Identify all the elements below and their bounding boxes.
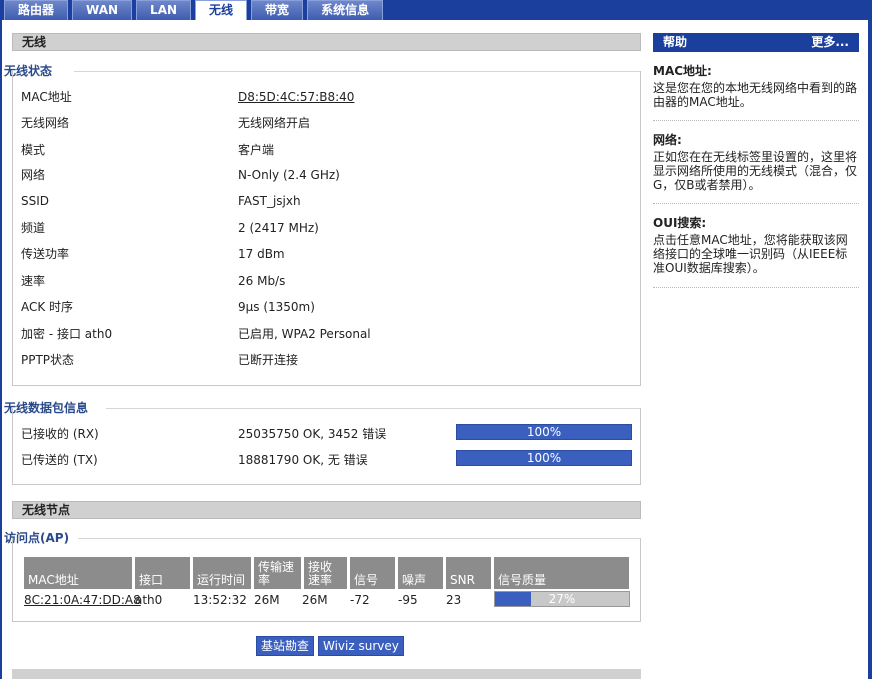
status-value: 26 Mb/s xyxy=(238,274,286,288)
help-item-title: 网络: xyxy=(653,133,682,147)
tab-router[interactable]: 路由器 xyxy=(4,0,69,20)
packet-label: 已接收的 (RX) xyxy=(21,427,99,441)
site-survey-button[interactable]: 基站勘查 xyxy=(256,636,315,656)
tab-wireless[interactable]: 无线 xyxy=(195,0,248,20)
status-row-rate: 速率 26 Mb/s xyxy=(21,272,631,290)
help-title: 帮助 xyxy=(663,35,688,49)
tab-bandwidth[interactable]: 带宽 xyxy=(251,0,304,20)
ap-snr: 23 xyxy=(446,593,462,607)
status-value: N-Only (2.4 GHz) xyxy=(238,168,340,182)
help-item-title: MAC地址: xyxy=(653,64,712,78)
help-more-link[interactable]: 更多... xyxy=(811,33,849,52)
status-label: 模式 xyxy=(21,143,46,157)
status-label: MAC地址 xyxy=(21,90,72,104)
help-item-text: 正如您在在无线标签里设置的，这里将显示网络所使用的无线模式（混合，仅G，仅B或者… xyxy=(653,150,858,192)
help-item-network: 网络: 正如您在在无线标签里设置的，这里将显示网络所使用的无线模式（混合，仅G，… xyxy=(653,133,859,204)
status-row-ack: ACK 时序 9µs (1350m) xyxy=(21,298,631,316)
packet-label: 已传送的 (TX) xyxy=(21,453,98,467)
status-row-pptp: PPTP状态 已断开连接 xyxy=(21,351,631,369)
ap-iface: ath0 xyxy=(135,593,163,607)
col-header-uptime[interactable]: 运行时间 xyxy=(193,557,251,589)
status-label: ACK 时序 xyxy=(21,300,74,314)
status-row-network: 网络 N-Only (2.4 GHz) xyxy=(21,166,631,184)
mac-address-link[interactable]: D8:5D:4C:57:B8:40 xyxy=(238,88,354,106)
help-header: 帮助 更多... xyxy=(653,33,859,52)
col-header-tx-rate[interactable]: 传输速率 xyxy=(254,557,301,589)
status-row-mode: 模式 客户端 xyxy=(21,141,631,159)
status-label: SSID xyxy=(21,194,50,208)
help-item-text: 点击任意MAC地址，您将能获取该网络接口的全球唯一识别码（从IEEE标准OUI数… xyxy=(653,233,848,275)
tab-lan[interactable]: LAN xyxy=(136,0,192,20)
frame-border-left xyxy=(0,20,2,679)
ap-rx-rate: 26M xyxy=(302,593,328,607)
status-value: 已断开连接 xyxy=(238,353,299,367)
status-value: 客户端 xyxy=(238,143,275,157)
status-row-ssid: SSID FAST_jsjxh xyxy=(21,192,631,210)
packet-value: 25035750 OK, 3452 错误 xyxy=(238,427,387,441)
status-row-radio: 无线网络 无线网络开启 xyxy=(21,114,631,132)
ap-signal: -72 xyxy=(350,593,370,607)
status-row-mac: MAC地址 D8:5D:4C:57:B8:40 xyxy=(21,88,631,106)
status-value: 2 (2417 MHz) xyxy=(238,221,319,235)
status-label: 无线网络 xyxy=(21,116,70,130)
signal-quality-bar: 27% xyxy=(494,591,630,607)
packet-value: 18881790 OK, 无 错误 xyxy=(238,453,368,467)
section-header-nodes: 无线节点 xyxy=(12,501,641,519)
ap-tx-rate: 26M xyxy=(254,593,280,607)
tab-wan[interactable]: WAN xyxy=(72,0,133,20)
status-value: 已启用, WPA2 Personal xyxy=(238,327,371,341)
ap-mac-link[interactable]: 8C:21:0A:47:DD:A8 xyxy=(24,592,141,608)
status-value: 无线网络开启 xyxy=(238,116,311,130)
status-label: 加密 - 接口 ath0 xyxy=(21,327,113,341)
help-item-mac: MAC地址: 这是您在您的本地无线网络中看到的路由器的MAC地址。 xyxy=(653,64,859,121)
ap-noise: -95 xyxy=(398,593,418,607)
col-header-rx-rate[interactable]: 接收速率 xyxy=(304,557,347,589)
help-item-title: OUI搜索: xyxy=(653,216,707,230)
status-value: FAST_jsjxh xyxy=(238,194,301,208)
status-label: 网络 xyxy=(21,168,46,182)
col-header-quality[interactable]: 信号质量 xyxy=(494,557,629,589)
col-header-snr[interactable]: SNR xyxy=(446,557,491,589)
status-row-channel: 频道 2 (2417 MHz) xyxy=(21,219,631,237)
col-header-noise[interactable]: 噪声 xyxy=(398,557,443,589)
status-label: 传送功率 xyxy=(21,247,70,261)
col-header-mac[interactable]: MAC地址 xyxy=(24,557,132,589)
status-value: 17 dBm xyxy=(238,247,285,261)
status-value: 9µs (1350m) xyxy=(238,300,315,314)
status-label: 速率 xyxy=(21,274,46,288)
col-header-signal[interactable]: 信号 xyxy=(350,557,395,589)
footer-strip xyxy=(12,669,641,679)
signal-quality-label: 27% xyxy=(548,592,576,606)
section-header-wireless: 无线 xyxy=(12,33,641,51)
help-item-oui: OUI搜索: 点击任意MAC地址，您将能获取该网络接口的全球唯一识别码（从IEE… xyxy=(653,216,859,288)
packet-box xyxy=(12,408,641,485)
status-row-encryption: 加密 - 接口 ath0 已启用, WPA2 Personal xyxy=(21,325,631,343)
col-header-iface[interactable]: 接口 xyxy=(135,557,190,589)
rx-progress-bar: 100% xyxy=(456,424,632,440)
status-label: PPTP状态 xyxy=(21,353,75,367)
frame-border-right xyxy=(868,20,872,679)
main-tabs: 路由器 WAN LAN 无线 带宽 系统信息 xyxy=(4,0,384,20)
ap-uptime: 13:52:32 xyxy=(193,593,247,607)
help-item-text: 这是您在您的本地无线网络中看到的路由器的MAC地址。 xyxy=(653,81,858,109)
tx-progress-bar: 100% xyxy=(456,450,632,466)
status-row-txpower: 传送功率 17 dBm xyxy=(21,245,631,263)
status-label: 频道 xyxy=(21,221,46,235)
top-nav-bar: 路由器 WAN LAN 无线 带宽 系统信息 xyxy=(0,0,872,20)
wiviz-survey-button[interactable]: Wiviz survey xyxy=(318,636,404,656)
tab-system-info[interactable]: 系统信息 xyxy=(307,0,384,20)
